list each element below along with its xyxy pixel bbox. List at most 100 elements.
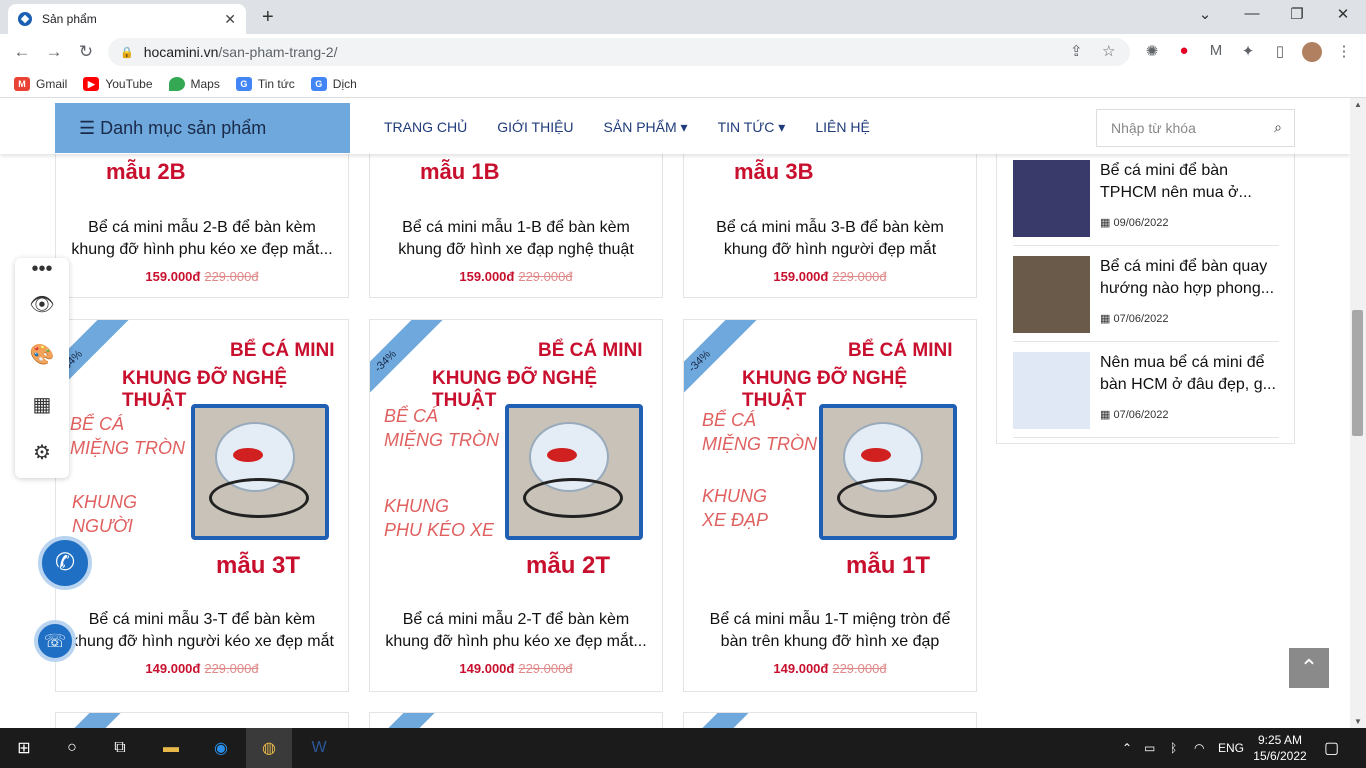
product-card[interactable]: mẫu 3B Bể cá mini mẫu 3-B để bàn kèm khun…: [683, 138, 977, 298]
file-explorer-icon[interactable]: ▬: [148, 728, 194, 768]
address-bar[interactable]: 🔒 hocamini.vn/san-pham-trang-2/ ⇪ ☆: [108, 38, 1130, 66]
image-model: mẫu 2T: [526, 552, 611, 579]
sidebar-post[interactable]: Nên mua bể cá mini để bàn HCM ở đâu đẹp, …: [1013, 346, 1279, 438]
scroll-down-icon[interactable]: ▼: [1354, 717, 1362, 726]
restore-icon[interactable]: ❐: [1285, 5, 1309, 23]
bookmark-maps[interactable]: Maps: [168, 76, 220, 91]
extensions-puzzle-icon[interactable]: ✦: [1238, 42, 1258, 62]
bookmark-gmail[interactable]: M Gmail: [14, 76, 67, 91]
zalo-icon[interactable]: ◉: [198, 728, 244, 768]
clock-date: 15/6/2022: [1253, 749, 1307, 763]
pinterest-icon[interactable]: ●: [1174, 42, 1194, 62]
category-menu-button[interactable]: ☰ Danh mục sản phẩm: [55, 103, 350, 153]
browser-menu-icon[interactable]: ⋮: [1334, 42, 1354, 62]
bookmark-star-icon[interactable]: ☆: [1102, 42, 1115, 60]
minimize-icon[interactable]: —: [1240, 5, 1264, 22]
new-tab-icon[interactable]: +: [262, 6, 274, 29]
scrollbar-thumb[interactable]: [1352, 310, 1363, 436]
notification-icon[interactable]: ▢: [1324, 728, 1339, 768]
battery-icon[interactable]: ▭: [1144, 728, 1155, 768]
post-title[interactable]: Bể cá mini để bàn TPHCM nên mua ở...: [1100, 160, 1280, 204]
product-image[interactable]: -34% BỂ CÁ MINI KHUNG ĐỠ NGHỆ THUẬT BỂ C…: [56, 320, 348, 600]
product-title[interactable]: Bể cá mini mẫu 1-T miệng tròn để bàn trên…: [696, 609, 964, 653]
product-title[interactable]: Bể cá mini mẫu 2-B để bàn kèm khung đỡ hì…: [68, 217, 336, 261]
discount-ribbon: [684, 713, 776, 728]
tab-san-pham[interactable]: Sản phẩm ✕: [8, 4, 246, 34]
gmail-icon: M: [14, 76, 30, 91]
scroll-up-icon[interactable]: ▲: [1354, 100, 1362, 109]
product-card[interactable]: -34% BỂ CÁ MINI KHUNG ĐỠ NGHỆ THUẬT BỂ C…: [683, 319, 977, 692]
sidebar-post[interactable]: Bể cá mini để bàn TPHCM nên mua ở... ▦ 09…: [1013, 154, 1279, 246]
forward-icon[interactable]: →: [42, 42, 66, 62]
palette-icon[interactable]: 🎨: [15, 342, 69, 367]
wifi-icon[interactable]: ◠: [1194, 728, 1204, 768]
windows-start-icon[interactable]: ⊞: [0, 728, 48, 768]
search-circle-icon[interactable]: ○: [48, 728, 96, 768]
menu-gioi-thieu[interactable]: GIỚI THIỆU: [497, 119, 573, 136]
eye-icon[interactable]: 👁: [15, 292, 69, 317]
bluetooth-icon[interactable]: ᛒ: [1170, 728, 1177, 768]
close-window-icon[interactable]: ✕: [1331, 5, 1355, 23]
image-label-frame: KHUNG PHU KÉO XE: [384, 496, 495, 540]
settings-gears-icon[interactable]: ⚙: [15, 440, 69, 465]
menu-tin-tuc[interactable]: TIN TỨC ▾: [718, 119, 786, 136]
image-label-bowl: BỂ CÁ MIỆNG TRÒN: [702, 410, 817, 454]
product-card[interactable]: mẫu 1B Bể cá mini mẫu 1-B để bàn kèm khun…: [369, 138, 663, 298]
product-title[interactable]: Bể cá mini mẫu 3-T để bàn kèm khung đỡ hì…: [68, 609, 336, 653]
product-card[interactable]: -34% BỂ CÁ MINI KHUNG ĐỠ NGHỆ THUẬT BỂ C…: [55, 319, 349, 692]
extension-gear-icon[interactable]: ✺: [1142, 42, 1162, 62]
post-title[interactable]: Nên mua bể cá mini để bàn HCM ở đâu đẹp, …: [1100, 352, 1280, 396]
tray-overflow-icon[interactable]: ⌃: [1122, 728, 1132, 768]
image-headline: BỂ CÁ MINI: [538, 340, 643, 361]
product-title[interactable]: Bể cá mini mẫu 3-B để bàn kèm khung đỡ hì…: [696, 217, 964, 261]
lock-icon[interactable]: 🔒: [120, 46, 134, 59]
search-input[interactable]: Nhập từ khóa ⌕: [1096, 109, 1295, 147]
product-title[interactable]: Bể cá mini mẫu 1-B để bàn kèm khung đỡ hì…: [382, 217, 650, 261]
product-card[interactable]: [369, 712, 663, 728]
bookmark-dich[interactable]: G Dịch: [310, 76, 357, 91]
menu-san-pham[interactable]: SẢN PHẨM ▾: [604, 119, 688, 136]
side-panel-icon[interactable]: ▯: [1270, 42, 1290, 62]
grid-icon[interactable]: ▦: [15, 392, 69, 417]
close-tab-icon[interactable]: ✕: [224, 11, 236, 28]
language-indicator[interactable]: ENG: [1218, 728, 1244, 768]
product-card[interactable]: [55, 712, 349, 728]
search-icon[interactable]: ⌕: [1274, 119, 1282, 136]
sidebar-post[interactable]: Bể cá mini để bàn quay hướng nào hợp phon…: [1013, 250, 1279, 342]
product-image[interactable]: -34% BỂ CÁ MINI KHUNG ĐỠ NGHỆ THUẬT BỂ C…: [370, 320, 662, 600]
product-price: 149.000đ 229.000đ: [459, 661, 573, 676]
product-price: 149.000đ 229.000đ: [773, 661, 887, 676]
tab-search-chevron-icon[interactable]: ⌄: [1193, 5, 1217, 23]
clock[interactable]: 9:25 AM 15/6/2022: [1250, 732, 1310, 764]
menu-lien-he[interactable]: LIÊN HỆ: [815, 119, 869, 136]
more-dots-icon[interactable]: •••: [15, 258, 69, 281]
share-icon[interactable]: ⇪: [1070, 42, 1083, 60]
menu-trang-chu[interactable]: TRANG CHỦ: [384, 119, 467, 136]
bookmark-tin-tuc[interactable]: G Tin tức: [235, 76, 295, 91]
product-image[interactable]: -34% BỂ CÁ MINI KHUNG ĐỠ NGHỆ THUẬT BỂ C…: [684, 320, 976, 600]
word-icon[interactable]: W: [296, 728, 342, 768]
product-card[interactable]: -34% BỂ CÁ MINI KHUNG ĐỠ NGHỆ THUẬT BỂ C…: [369, 319, 663, 692]
bookmark-youtube[interactable]: ▶ YouTube: [83, 76, 153, 91]
product-card[interactable]: [683, 712, 977, 728]
reload-icon[interactable]: ↻: [74, 42, 98, 62]
post-thumbnail[interactable]: [1013, 352, 1090, 429]
web-page: ☰ Danh mục sản phẩm TRANG CHỦ GIỚI THIỆU…: [0, 98, 1350, 728]
bookmarks-bar: M Gmail ▶ YouTube Maps G Tin tức G Dịch: [0, 70, 1366, 98]
post-thumbnail[interactable]: [1013, 160, 1090, 237]
post-thumbnail[interactable]: [1013, 256, 1090, 333]
product-price: 149.000đ 229.000đ: [145, 661, 259, 676]
phone-call-icon[interactable]: ☏: [34, 620, 76, 662]
post-title[interactable]: Bể cá mini để bàn quay hướng nào hợp phon…: [1100, 256, 1280, 300]
profile-avatar[interactable]: [1302, 42, 1322, 62]
task-view-icon[interactable]: ⧉: [96, 728, 144, 768]
product-card[interactable]: mẫu 2B Bể cá mini mẫu 2-B để bàn kèm khun…: [55, 138, 349, 298]
back-icon[interactable]: ←: [10, 42, 34, 62]
product-title[interactable]: Bể cá mini mẫu 2-T để bàn kèm khung đỡ hì…: [382, 609, 650, 653]
product-model-badge: mẫu 1B: [420, 159, 500, 184]
messenger-icon[interactable]: ✆: [38, 536, 92, 590]
page-scrollbar[interactable]: ▲ ▼: [1350, 98, 1366, 728]
chrome-icon[interactable]: ◍: [246, 728, 292, 768]
back-to-top-button[interactable]: ⌃: [1289, 648, 1329, 688]
gmail-ext-icon[interactable]: M: [1206, 42, 1226, 62]
